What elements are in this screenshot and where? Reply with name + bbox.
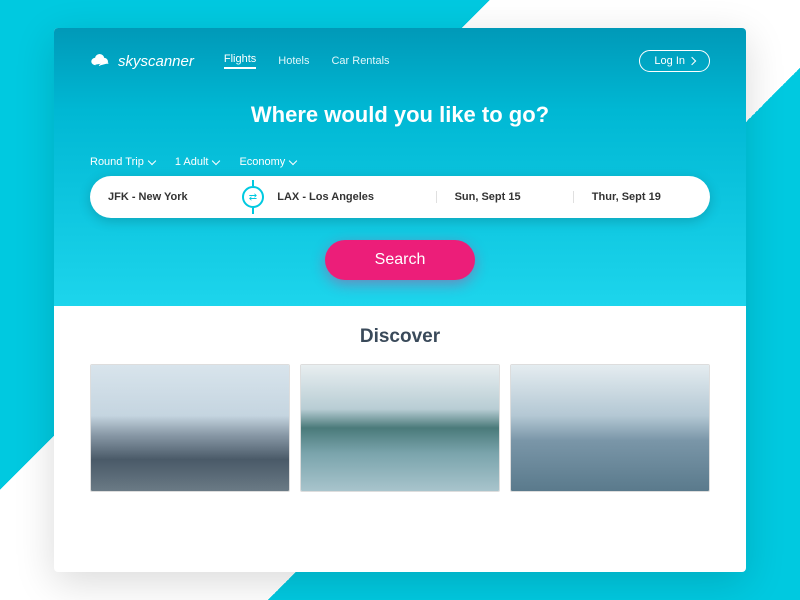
to-input[interactable]: LAX - Los Angeles [247, 191, 436, 203]
swap-button[interactable]: ⇄ [242, 186, 264, 208]
nav-hotels[interactable]: Hotels [278, 55, 309, 67]
hero-section: skyscanner Flights Hotels Car Rentals Lo… [54, 28, 746, 306]
chevron-right-icon [688, 57, 696, 65]
trip-type-dropdown[interactable]: Round Trip [90, 156, 155, 168]
hero-title: Where would you like to go? [90, 102, 710, 128]
discover-tile-city[interactable] [510, 364, 710, 492]
discover-tiles [90, 364, 710, 492]
chevron-down-icon [212, 157, 220, 165]
bay-image [301, 365, 499, 491]
discover-tile-mountain[interactable] [90, 364, 290, 492]
logo[interactable]: skyscanner [90, 53, 194, 70]
return-date-input[interactable]: Thur, Sept 19 [574, 191, 710, 203]
cloud-icon [90, 53, 112, 69]
top-bar: skyscanner Flights Hotels Car Rentals Lo… [90, 50, 710, 72]
login-button[interactable]: Log In [639, 50, 710, 72]
trip-options: Round Trip 1 Adult Economy [90, 156, 710, 168]
discover-tile-bay[interactable] [300, 364, 500, 492]
app-card: skyscanner Flights Hotels Car Rentals Lo… [54, 28, 746, 572]
search-bar: JFK - New York ⇄ LAX - Los Angeles Sun, … [90, 176, 710, 218]
from-input[interactable]: JFK - New York [90, 191, 247, 203]
nav-flights[interactable]: Flights [224, 53, 256, 69]
login-label: Log In [654, 55, 685, 67]
search-button[interactable]: Search [325, 240, 476, 280]
chevron-down-icon [289, 157, 297, 165]
nav-car-rentals[interactable]: Car Rentals [331, 55, 389, 67]
chevron-down-icon [148, 157, 156, 165]
passengers-dropdown[interactable]: 1 Adult [175, 156, 220, 168]
city-image [511, 365, 709, 491]
depart-date-input[interactable]: Sun, Sept 15 [437, 191, 574, 203]
mountain-image [91, 365, 289, 491]
discover-title: Discover [90, 326, 710, 348]
class-dropdown[interactable]: Economy [239, 156, 296, 168]
discover-section: Discover [54, 306, 746, 512]
logo-text: skyscanner [118, 53, 194, 70]
